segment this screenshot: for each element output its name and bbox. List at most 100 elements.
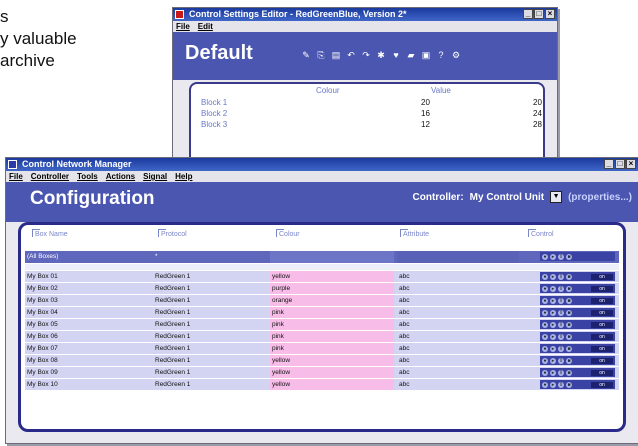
table-row[interactable]: Block 3 12 28: [201, 120, 542, 129]
power-icon[interactable]: ●: [542, 285, 548, 292]
colour-cell[interactable]: pink: [270, 319, 394, 330]
play-icon[interactable]: ▸: [550, 253, 556, 260]
on-button[interactable]: on: [591, 309, 613, 316]
attribute-cell[interactable]: abc: [397, 319, 519, 330]
play-icon[interactable]: ▸: [550, 369, 556, 376]
attribute-cell[interactable]: abc: [397, 379, 519, 390]
pause-icon[interactable]: ‖: [558, 345, 564, 352]
stop-icon[interactable]: ■: [566, 345, 572, 352]
protocol[interactable]: RedGreen 1: [155, 271, 265, 282]
column-header-colour[interactable]: Colour: [276, 229, 300, 238]
colour-cell[interactable]: yellow: [270, 355, 394, 366]
menu-edit[interactable]: Edit: [198, 21, 213, 32]
power-icon[interactable]: ●: [542, 357, 548, 364]
protocol[interactable]: RedGreen 1: [155, 319, 265, 330]
attribute-cell[interactable]: abc: [397, 367, 519, 378]
table-row[interactable]: Block 2 16 24: [201, 109, 542, 118]
colour-cell[interactable]: [270, 251, 394, 263]
on-button[interactable]: on: [591, 285, 613, 292]
play-icon[interactable]: ▸: [550, 345, 556, 352]
on-button[interactable]: on: [591, 333, 613, 340]
table-row[interactable]: My Box 05 RedGreen 1 pink abc ● ▸ ‖ ■ on: [25, 319, 619, 331]
table-row[interactable]: My Box 03 RedGreen 1 orange abc ● ▸ ‖ ■ on: [25, 295, 619, 307]
on-button[interactable]: on: [591, 381, 613, 388]
pause-icon[interactable]: ‖: [558, 285, 564, 292]
colour-cell[interactable]: pink: [270, 343, 394, 354]
power-icon[interactable]: ●: [542, 253, 548, 260]
pause-icon[interactable]: ‖: [558, 273, 564, 280]
table-row[interactable]: My Box 09 RedGreen 1 yellow abc ● ▸ ‖ ■ on: [25, 367, 619, 379]
all-boxes-row[interactable]: (All Boxes) * ● ▸ ‖ ■: [25, 251, 619, 264]
heart-icon[interactable]: ♥: [391, 50, 401, 60]
stop-icon[interactable]: ■: [566, 321, 572, 328]
stop-icon[interactable]: ■: [566, 369, 572, 376]
protocol[interactable]: RedGreen 1: [155, 343, 265, 354]
pause-icon[interactable]: ‖: [558, 321, 564, 328]
properties-link[interactable]: (properties...): [568, 192, 632, 203]
protocol[interactable]: RedGreen 1: [155, 379, 265, 390]
colour-cell[interactable]: pink: [270, 331, 394, 342]
pause-icon[interactable]: ‖: [558, 333, 564, 340]
stop-icon[interactable]: ■: [566, 285, 572, 292]
attribute-cell[interactable]: abc: [397, 271, 519, 282]
table-row[interactable]: My Box 08 RedGreen 1 yellow abc ● ▸ ‖ ■ on: [25, 355, 619, 367]
pause-icon[interactable]: ‖: [558, 369, 564, 376]
on-button[interactable]: on: [591, 297, 613, 304]
protocol[interactable]: RedGreen 1: [155, 307, 265, 318]
undo-icon[interactable]: ↶: [346, 50, 356, 60]
attribute-cell[interactable]: abc: [397, 331, 519, 342]
protocol[interactable]: RedGreen 1: [155, 355, 265, 366]
table-row[interactable]: My Box 10 RedGreen 1 yellow abc ● ▸ ‖ ■ on: [25, 379, 619, 391]
table-row[interactable]: My Box 01 RedGreen 1 yellow abc ● ▸ ‖ ■ on: [25, 271, 619, 283]
table-row[interactable]: My Box 04 RedGreen 1 pink abc ● ▸ ‖ ■ on: [25, 307, 619, 319]
attribute-cell[interactable]: abc: [397, 283, 519, 294]
menu-help[interactable]: Help: [175, 171, 192, 182]
menu-controller[interactable]: Controller: [31, 171, 69, 182]
pause-icon[interactable]: ‖: [558, 309, 564, 316]
power-icon[interactable]: ●: [542, 369, 548, 376]
colour-cell[interactable]: yellow: [270, 379, 394, 390]
pause-icon[interactable]: ‖: [558, 357, 564, 364]
attribute-cell[interactable]: abc: [397, 307, 519, 318]
play-icon[interactable]: ▸: [550, 309, 556, 316]
menu-tools[interactable]: Tools: [77, 171, 98, 182]
table-row[interactable]: Block 1 20 20: [201, 98, 542, 107]
close-icon[interactable]: ×: [545, 9, 555, 19]
colour-cell[interactable]: yellow: [270, 271, 394, 282]
palette-icon[interactable]: ✱: [376, 50, 386, 60]
on-button[interactable]: on: [591, 357, 613, 364]
on-button[interactable]: on: [591, 369, 613, 376]
power-icon[interactable]: ●: [542, 273, 548, 280]
close-icon[interactable]: ×: [626, 159, 636, 169]
play-icon[interactable]: ▸: [550, 381, 556, 388]
pencil-icon[interactable]: ✎: [301, 50, 311, 60]
menu-file[interactable]: File: [176, 21, 190, 32]
protocol[interactable]: RedGreen 1: [155, 283, 265, 294]
colour-cell[interactable]: yellow: [270, 367, 394, 378]
on-button[interactable]: on: [591, 273, 613, 280]
column-header-box-name[interactable]: Box Name: [32, 229, 68, 238]
protocol[interactable]: RedGreen 1: [155, 295, 265, 306]
power-icon[interactable]: ●: [542, 345, 548, 352]
help-icon[interactable]: ?: [436, 50, 446, 60]
pause-icon[interactable]: ‖: [558, 381, 564, 388]
redo-icon[interactable]: ↷: [361, 50, 371, 60]
power-icon[interactable]: ●: [542, 309, 548, 316]
attribute-cell[interactable]: [397, 251, 519, 263]
attribute-cell[interactable]: abc: [397, 295, 519, 306]
play-icon[interactable]: ▸: [550, 357, 556, 364]
copy-icon[interactable]: ⎘: [316, 50, 326, 60]
settings-icon[interactable]: ⚙: [451, 50, 461, 60]
attribute-cell[interactable]: abc: [397, 355, 519, 366]
paste-icon[interactable]: ▤: [331, 50, 341, 60]
play-icon[interactable]: ▸: [550, 273, 556, 280]
power-icon[interactable]: ●: [542, 321, 548, 328]
play-icon[interactable]: ▸: [550, 297, 556, 304]
stop-icon[interactable]: ■: [566, 273, 572, 280]
menu-file[interactable]: File: [9, 171, 23, 182]
column-header-attribute[interactable]: Attribute: [399, 229, 429, 238]
stop-icon[interactable]: ■: [566, 357, 572, 364]
play-icon[interactable]: ▸: [550, 321, 556, 328]
power-icon[interactable]: ●: [542, 297, 548, 304]
stop-icon[interactable]: ■: [566, 309, 572, 316]
